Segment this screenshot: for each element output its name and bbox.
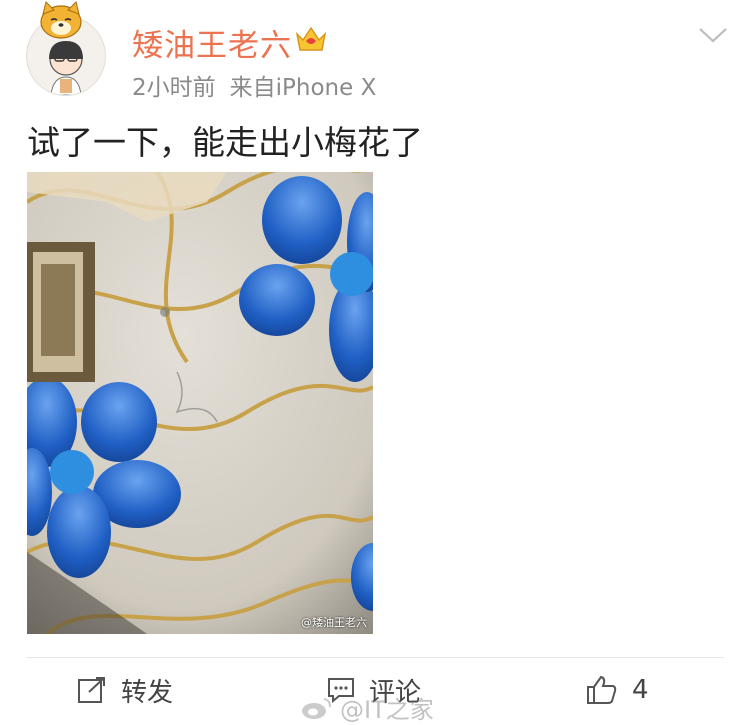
repost-button[interactable]: 转发: [77, 670, 173, 710]
photo-watermark: @矮油王老六: [301, 616, 367, 629]
floor-tile-photo: [27, 172, 373, 634]
chevron-down-icon[interactable]: [698, 26, 728, 44]
post-meta: 2小时前 来自iPhone X: [132, 68, 376, 102]
like-count: 4: [632, 675, 649, 705]
thumbs-up-icon: [587, 675, 617, 704]
like-button[interactable]: 4: [586, 670, 649, 710]
post-time: 2小时前: [132, 75, 216, 101]
divider: [26, 657, 724, 658]
repost-label: 转发: [121, 677, 174, 708]
post-source[interactable]: 来自iPhone X: [230, 75, 377, 101]
username[interactable]: 矮油王老六: [132, 20, 292, 65]
crown-icon[interactable]: [294, 24, 328, 54]
doge-badge-icon: [34, 0, 88, 40]
repost-icon: [78, 677, 105, 703]
post-photo[interactable]: @矮油王老六: [27, 172, 373, 634]
comment-icon: [328, 678, 354, 703]
comment-button[interactable]: 评论: [327, 670, 421, 710]
post-text: 试了一下，能走出小梅花了: [27, 123, 423, 162]
comment-label: 评论: [369, 677, 422, 708]
